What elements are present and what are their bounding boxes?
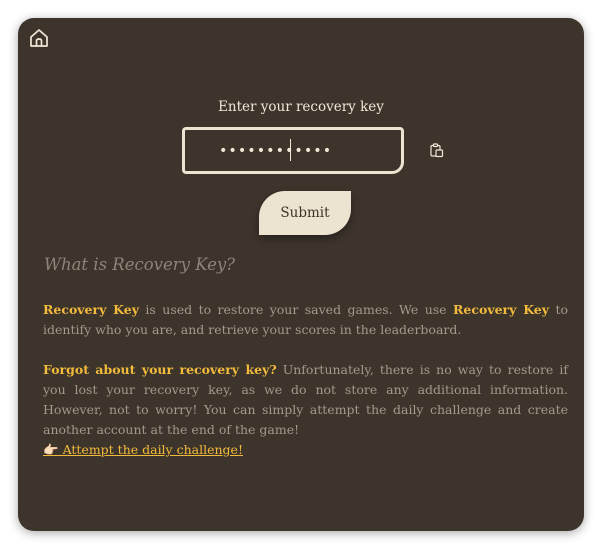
faq-title: What is Recovery Key? [44, 255, 236, 274]
pointing-hand-icon: 👉🏻 [43, 442, 59, 457]
recovery-key-description: Recovery Key is used to restore your sav… [43, 300, 568, 340]
paste-icon[interactable] [429, 143, 445, 159]
daily-challenge-label: Attempt the daily challenge! [62, 442, 243, 457]
description-text: is used to restore your saved games. We … [138, 302, 454, 317]
highlight-recovery-key: Recovery Key [43, 302, 139, 317]
highlight-recovery-key: Recovery Key [453, 302, 550, 317]
highlight-forgot-key: Forgot about your recovery key? [43, 362, 277, 377]
recovery-key-input[interactable] [182, 127, 404, 174]
text-caret [290, 139, 291, 161]
home-icon[interactable] [28, 27, 50, 49]
submit-button[interactable]: Submit [259, 191, 351, 235]
daily-challenge-link[interactable]: 👉🏻 Attempt the daily challenge! [43, 440, 243, 460]
recovery-card: Enter your recovery key Submit What is R… [18, 18, 584, 531]
recovery-prompt: Enter your recovery key [218, 99, 384, 115]
forgot-key-description: Forgot about your recovery key? Unfortun… [43, 360, 568, 440]
